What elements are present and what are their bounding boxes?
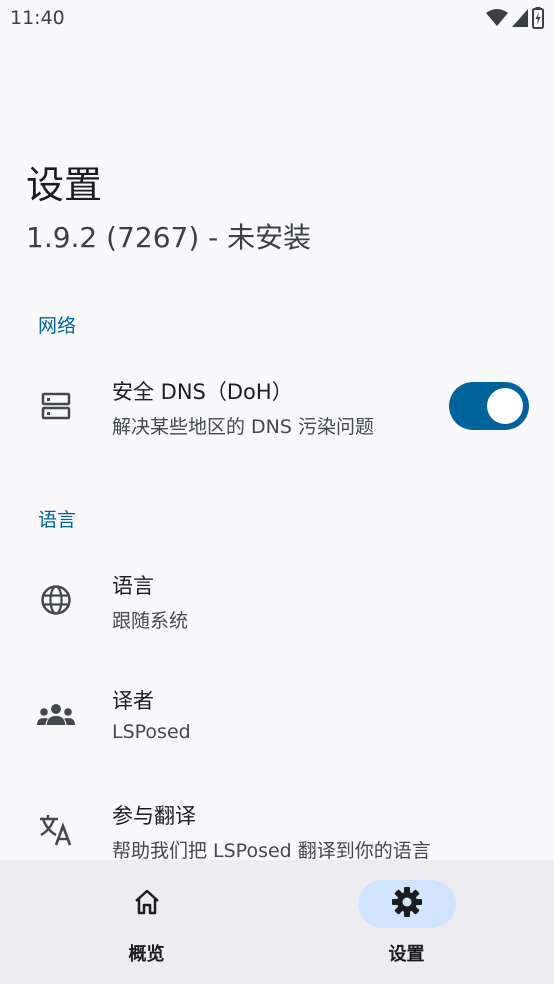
- section-header-language: 语言: [38, 509, 77, 531]
- signal-icon: [512, 9, 528, 31]
- nav-item-overview[interactable]: 概览: [8, 860, 285, 984]
- wifi-icon: [486, 9, 508, 31]
- pref-title: 安全 DNS（DoH）: [112, 380, 293, 404]
- nav-pill-active: [357, 880, 456, 928]
- gear-icon: [391, 886, 423, 922]
- dns-server-icon: [36, 386, 76, 426]
- pref-summary: LSPosed: [112, 721, 191, 743]
- pref-title: 参与翻译: [112, 804, 196, 828]
- status-bar: 11:40: [0, 0, 554, 40]
- status-time: 11:40: [10, 7, 65, 29]
- section-header-network: 网络: [38, 315, 77, 337]
- pref-language[interactable]: 语言 跟随系统: [0, 556, 554, 648]
- nav-item-settings[interactable]: 设置: [268, 860, 545, 984]
- group-icon: [36, 695, 76, 735]
- home-icon: [132, 888, 162, 920]
- pref-summary: 跟随系统: [112, 610, 189, 632]
- pref-translate[interactable]: 参与翻译 帮助我们把 LSPosed 翻译到你的语言: [0, 786, 554, 860]
- pref-secure-dns[interactable]: 安全 DNS（DoH） 解决某些地区的 DNS 污染问题: [0, 362, 554, 454]
- nav-label: 概览: [128, 944, 165, 965]
- doh-toggle[interactable]: [449, 382, 529, 430]
- pref-translators[interactable]: 译者 LSPosed: [0, 671, 554, 763]
- pref-title: 译者: [112, 689, 154, 713]
- nav-pill: [98, 880, 196, 928]
- page-subtitle: 1.9.2 (7267) - 未安装: [26, 221, 312, 254]
- toggle-thumb: [487, 388, 523, 424]
- bottom-navigation: 概览 设置: [0, 860, 554, 984]
- nav-label: 设置: [388, 944, 425, 965]
- status-icons: [486, 7, 544, 33]
- pref-summary: 帮助我们把 LSPosed 翻译到你的语言: [112, 840, 431, 860]
- globe-icon: [36, 580, 76, 620]
- translate-icon: [36, 810, 76, 850]
- page-title: 设置: [26, 163, 103, 207]
- pref-summary: 解决某些地区的 DNS 污染问题: [112, 416, 374, 438]
- battery-icon: [532, 7, 544, 33]
- pref-title: 语言: [112, 574, 154, 598]
